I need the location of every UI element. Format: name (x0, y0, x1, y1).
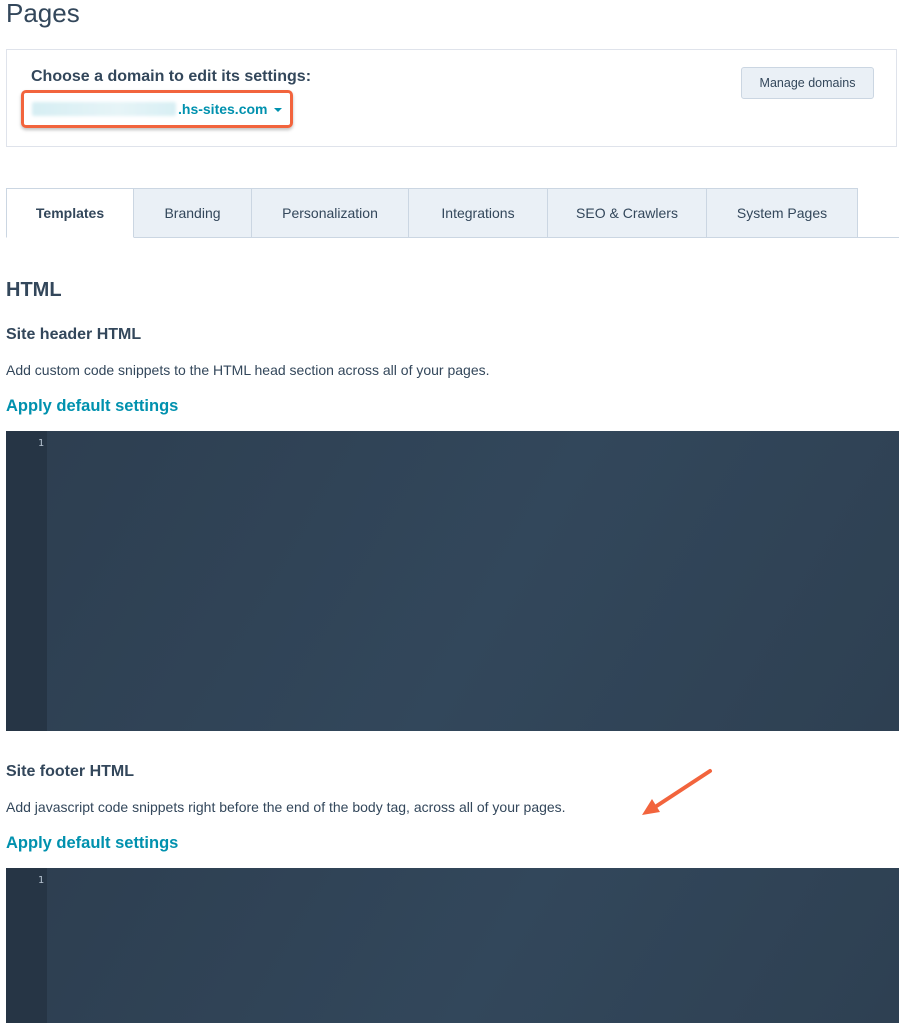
tab-seo-crawlers[interactable]: SEO & Crawlers (547, 188, 707, 238)
editor-gutter: 1 (6, 868, 47, 1023)
domain-label: Choose a domain to edit its settings: (31, 68, 312, 85)
tab-branding[interactable]: Branding (133, 188, 252, 238)
manage-domains-button[interactable]: Manage domains (741, 67, 874, 99)
domain-select-value: .hs-sites.com (178, 101, 268, 117)
site-footer-html-description: Add javascript code snippets right befor… (6, 799, 566, 815)
site-header-html-title: Site header HTML (6, 326, 142, 343)
domain-select-dropdown[interactable]: .hs-sites.com (21, 90, 293, 128)
footer-apply-default-settings-link[interactable]: Apply default settings (6, 834, 178, 853)
line-number: 1 (37, 438, 44, 449)
page-title: Pages (6, 0, 80, 28)
domain-name-redacted (32, 102, 176, 116)
header-code-input[interactable] (47, 431, 899, 731)
tab-personalization[interactable]: Personalization (251, 188, 409, 238)
annotation-arrow-icon (642, 769, 712, 815)
editor-gutter: 1 (6, 431, 47, 731)
site-header-code-editor[interactable]: 1 (6, 431, 899, 731)
line-number: 1 (37, 875, 44, 886)
footer-code-input[interactable] (47, 868, 899, 1023)
settings-tabs: Templates Branding Personalization Integ… (6, 188, 899, 238)
page-root: Pages Choose a domain to edit its settin… (0, 0, 911, 1023)
site-footer-html-title: Site footer HTML (6, 763, 134, 780)
site-header-html-description: Add custom code snippets to the HTML hea… (6, 362, 490, 378)
site-footer-code-editor[interactable]: 1 (6, 868, 899, 1023)
tab-system-pages[interactable]: System Pages (706, 188, 858, 238)
tab-templates[interactable]: Templates (6, 188, 134, 238)
header-apply-default-settings-link[interactable]: Apply default settings (6, 397, 178, 416)
tab-integrations[interactable]: Integrations (408, 188, 548, 238)
domain-settings-panel: Choose a domain to edit its settings: .h… (6, 49, 897, 147)
html-section-title: HTML (6, 279, 62, 301)
caret-down-icon (274, 108, 283, 112)
